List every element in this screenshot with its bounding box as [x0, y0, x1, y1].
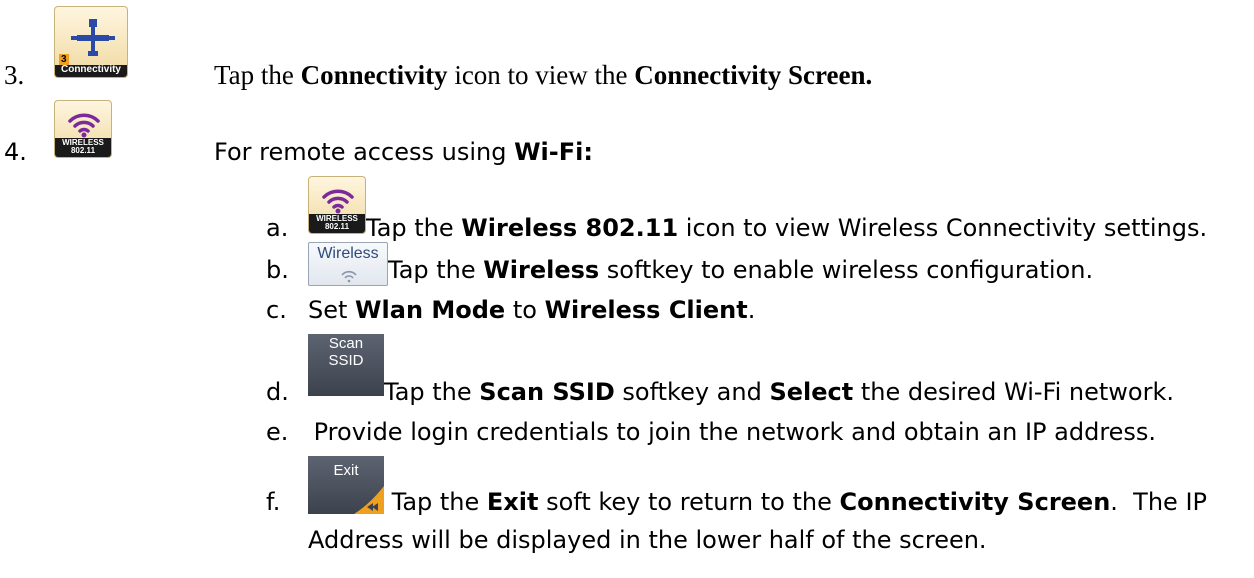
substep-e-text: Provide login credentials to join the ne… — [306, 418, 1157, 446]
step-3-text: Tap the Connectivity icon to view the Co… — [214, 60, 872, 91]
substep-a-bold-wireless-802-11: Wireless 802.11 — [461, 214, 679, 242]
substep-f-text-post: . The IP — [1110, 488, 1207, 516]
substep-a-text-pre: Tap the — [366, 214, 462, 242]
substep-f-text-pre: Tap the — [384, 488, 487, 516]
substep-d-bold-scan-ssid: Scan SSID — [479, 378, 615, 406]
substep-a-letter: a. — [266, 214, 289, 242]
step-4-number: 4. — [4, 138, 27, 166]
step-4-text: For remote access using Wi-Fi: — [214, 138, 593, 166]
substep-b-text: Tap the Wireless softkey to enable wirel… — [388, 256, 1093, 284]
substep-f-text-mid: soft key to return to the — [538, 488, 840, 516]
wireless-icon-label: WIRELESS 802.11 — [55, 138, 111, 157]
scan-ssid-label-line2: SSID — [328, 352, 364, 369]
substep-f-letter: f. — [266, 488, 281, 516]
substep-e-letter: e. — [266, 418, 289, 446]
wireless-802-11-icon[interactable]: WIRELESS 802.11 — [308, 176, 366, 234]
substep-b-bold-wireless: Wireless — [483, 256, 600, 284]
wireless-802-11-icon-label: WIRELESS 802.11 — [309, 214, 365, 233]
substep-a-text-post: icon to view Wireless Connectivity setti… — [678, 214, 1208, 242]
step-3-text-pre: Tap the — [214, 60, 301, 90]
step-3-bold-connectivity: Connectivity — [300, 60, 448, 90]
substep-c-bold-wlan-mode: Wlan Mode — [355, 296, 506, 324]
substep-d-bold-select: Select — [769, 378, 854, 406]
substep-f-text: Tap the Exit soft key to return to the C… — [384, 488, 1207, 516]
substep-b-text-post: softkey to enable wireless configuration… — [599, 256, 1094, 284]
substep-f-bold-connectivity-screen: Connectivity Screen — [839, 488, 1111, 516]
step-3-text-mid: icon to view the — [447, 60, 635, 90]
substep-d-text-pre: Tap the — [384, 378, 480, 406]
substep-d-text: Tap the Scan SSID softkey and Select the… — [384, 378, 1174, 406]
substep-a-text: Tap the Wireless 802.11 icon to view Wir… — [366, 214, 1207, 242]
substep-c-text-mid: to — [505, 296, 545, 324]
substep-b-letter: b. — [266, 256, 289, 284]
step-3-bold-connectivity-screen: Connectivity Screen. — [634, 60, 873, 90]
connectivity-icon: 3 Connectivity — [54, 6, 128, 78]
substep-d-letter: d. — [266, 378, 289, 406]
scan-ssid-softkey[interactable]: Scan SSID — [308, 334, 384, 396]
wireless-softkey[interactable]: Wireless — [308, 242, 388, 286]
substep-d-text-post: the desired Wi-Fi network. — [853, 378, 1174, 406]
step-4-text-pre: For remote access using — [214, 138, 515, 166]
scan-ssid-label-line1: Scan — [328, 335, 364, 352]
substep-c-text-pre: Set — [308, 296, 356, 324]
wireless-802-11-label-line2: 802.11 — [324, 222, 350, 232]
substep-f-text-line2: Address will be displayed in the lower h… — [308, 526, 987, 554]
substep-c-bold-wireless-client: Wireless Client — [544, 296, 748, 324]
scan-ssid-softkey-label: Scan SSID — [308, 335, 384, 369]
wireless-icon: WIRELESS 802.11 — [54, 100, 112, 158]
substep-c-letter: c. — [266, 296, 287, 324]
wifi-small-icon — [341, 270, 357, 283]
step-3-number: 3. — [4, 60, 25, 90]
substep-c-text: Set Wlan Mode to Wireless Client. — [308, 296, 755, 324]
exit-softkey[interactable]: Exit — [308, 456, 384, 514]
step-4-bold-wifi: Wi-Fi: — [514, 138, 593, 166]
substep-b-text-pre: Tap the — [388, 256, 484, 284]
substep-c-text-post: . — [747, 296, 756, 324]
wireless-icon-label-line2: 802.11 — [70, 146, 96, 156]
exit-arrow-icon — [354, 486, 384, 514]
substep-d-text-mid: softkey and — [614, 378, 770, 406]
substep-f-bold-exit: Exit — [486, 488, 539, 516]
connectivity-icon-label: Connectivity — [55, 64, 127, 77]
